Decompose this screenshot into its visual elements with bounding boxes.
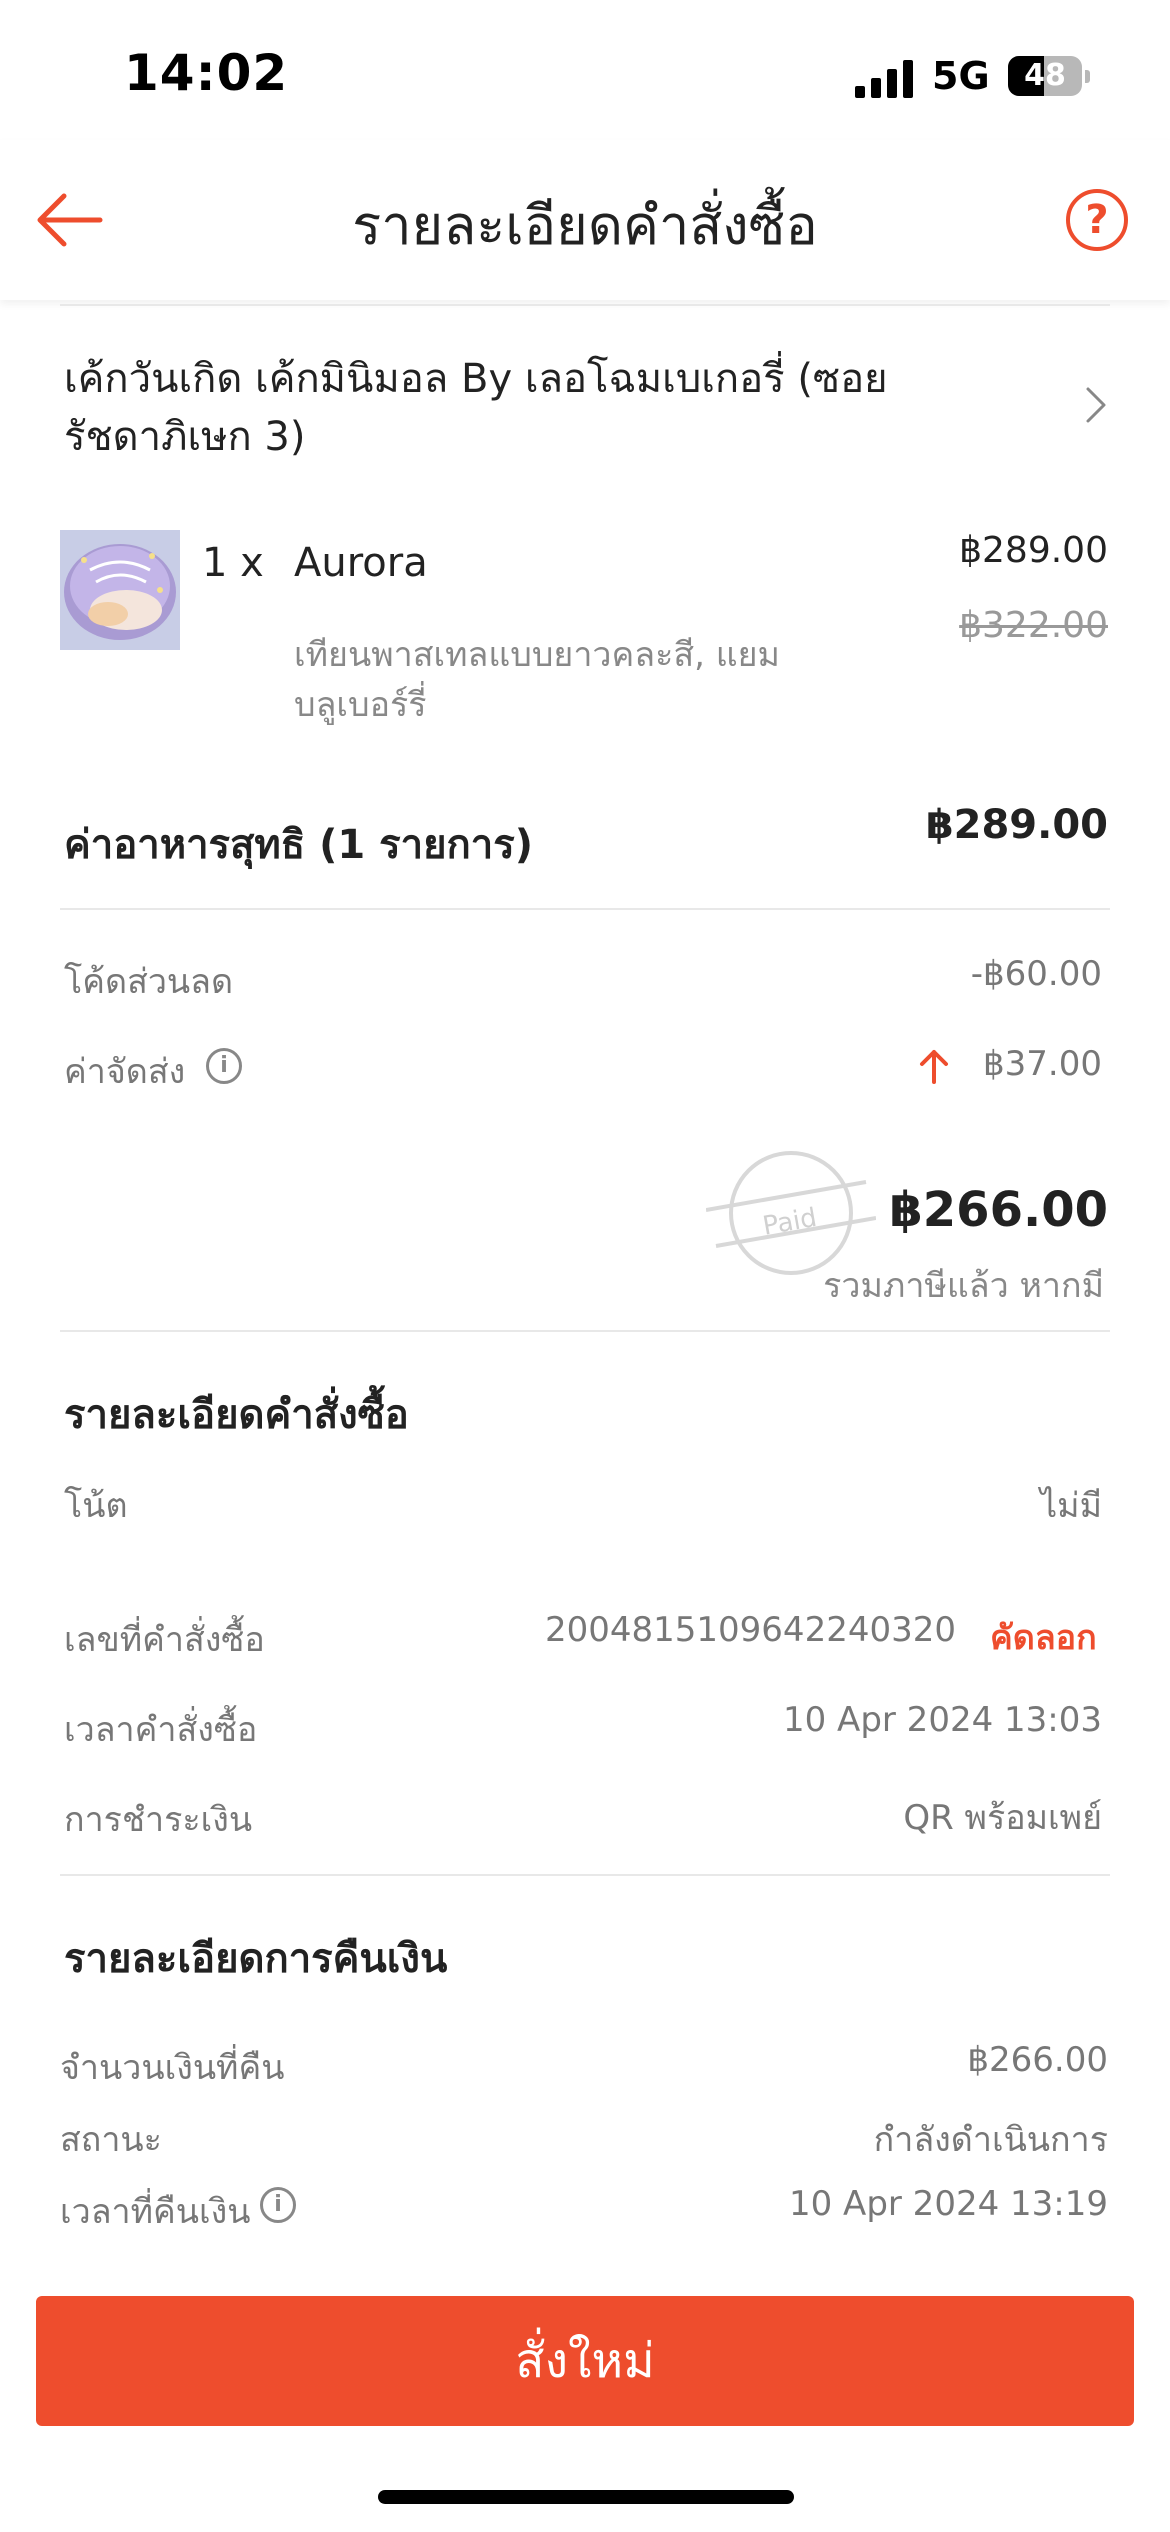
total-value: ฿266.00: [889, 1182, 1108, 1238]
delivery-fee-label: ค่าจัดส่ง: [64, 1052, 186, 1092]
paid-stamp-text: Paid: [761, 1203, 820, 1242]
divider: [60, 1874, 1110, 1876]
order-number-label: เลขที่คำสั่งซื้อ: [64, 1620, 265, 1660]
info-icon[interactable]: i: [206, 1048, 242, 1084]
order-time-value: 10 Apr 2024 13:03: [782, 1700, 1102, 1740]
item-thumbnail: [60, 530, 180, 650]
refund-amount-value: ฿266.00: [967, 2040, 1108, 2080]
subtotal-label: ค่าอาหารสุทธิ (1 รายการ): [64, 822, 534, 868]
divider: [60, 1330, 1110, 1332]
order-time-label: เวลาคำสั่งซื้อ: [64, 1710, 258, 1750]
total-tax-note: รวมภาษีแล้ว หากมี: [823, 1266, 1104, 1306]
divider: [60, 304, 1110, 306]
subtotal-value: ฿289.00: [925, 802, 1108, 848]
info-icon[interactable]: i: [260, 2187, 296, 2223]
order-details-title: รายละเอียดคำสั่งซื้อ: [64, 1392, 409, 1438]
item-original-price: ฿322.00: [959, 605, 1108, 646]
battery-icon: 48: [1008, 56, 1082, 96]
item-options: เทียนพาสเทลแบบยาวคละสี, แยมบลูเบอร์รี่: [294, 635, 780, 725]
item-name: Aurora: [294, 540, 428, 586]
page-title: รายละเอียดคำสั่งซื้อ: [352, 194, 818, 257]
battery-percent: 48: [1024, 58, 1066, 93]
shop-name[interactable]: เค้กวันเกิด เค้กมินิมอล By เลอโฉมเบเกอรี…: [64, 350, 1014, 466]
discount-value: -฿60.00: [970, 954, 1102, 994]
item-quantity: 1 x: [202, 540, 264, 586]
cellular-signal-icon: [855, 60, 913, 98]
note-label: โน้ต: [64, 1486, 128, 1526]
payment-value: QR พร้อมเพย์: [903, 1798, 1102, 1838]
battery-cap: [1085, 70, 1090, 83]
note-value: ไม่มี: [1040, 1486, 1102, 1526]
reorder-button[interactable]: สั่งใหม่: [36, 2296, 1134, 2426]
back-arrow-icon[interactable]: [34, 188, 106, 252]
refund-time-value: 10 Apr 2024 13:19: [788, 2184, 1108, 2224]
order-number-value: 2004815109642240320: [544, 1610, 956, 1650]
payment-label: การชำระเงิน: [64, 1800, 253, 1840]
refund-details-title: รายละเอียดการคืนเงิน: [64, 1936, 448, 1982]
refund-status-value: กำลังดำเนินการ: [873, 2120, 1108, 2160]
home-indicator: [378, 2490, 794, 2504]
chevron-right-icon[interactable]: [1080, 385, 1110, 425]
copy-button[interactable]: คัดลอก: [990, 1610, 1097, 1664]
help-icon[interactable]: ?: [1066, 189, 1128, 251]
network-type: 5G: [932, 54, 990, 98]
discount-label: โค้ดส่วนลด: [64, 962, 234, 1002]
status-time: 14:02: [124, 44, 289, 102]
divider: [60, 908, 1110, 910]
refund-time-label: เวลาที่คืนเงิน: [60, 2192, 251, 2232]
refund-status-label: สถานะ: [60, 2120, 162, 2160]
arrow-up-icon: [920, 1050, 948, 1084]
refund-amount-label: จำนวนเงินที่คืน: [60, 2048, 285, 2088]
item-price: ฿289.00: [959, 530, 1108, 571]
delivery-fee-value: ฿37.00: [983, 1044, 1102, 1084]
